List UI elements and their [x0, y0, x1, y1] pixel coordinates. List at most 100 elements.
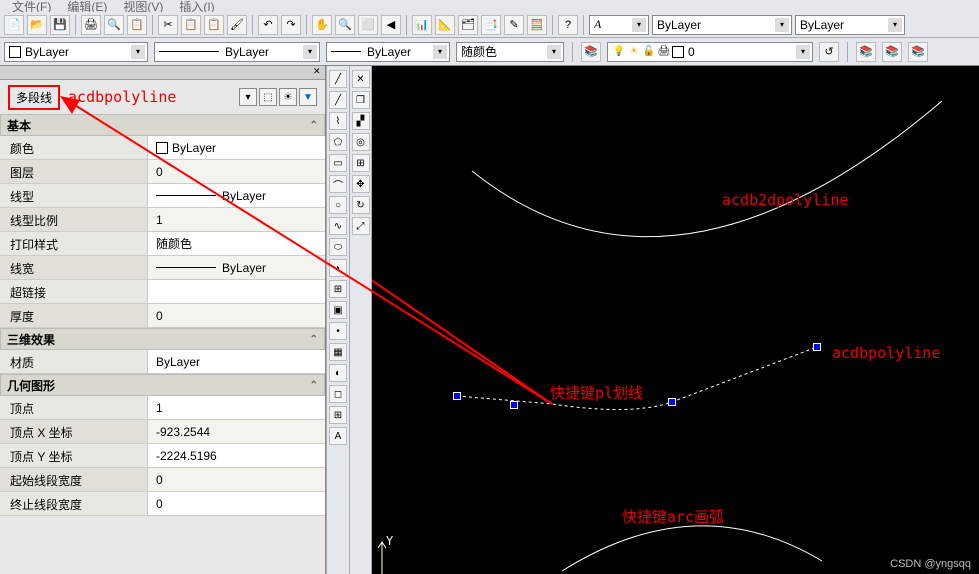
- cut-button[interactable]: ✂: [158, 15, 178, 35]
- layer-manager-button[interactable]: 📚: [581, 42, 601, 62]
- properties-button[interactable]: 📊: [412, 15, 432, 35]
- menu-item[interactable]: 视图(V): [123, 0, 163, 12]
- spline-tool[interactable]: ∿: [329, 217, 347, 235]
- prop-value[interactable]: 1: [148, 396, 325, 419]
- block-tool[interactable]: ▣: [329, 301, 347, 319]
- zoom-button[interactable]: 🔍: [335, 15, 355, 35]
- scale-tool[interactable]: ⤢: [352, 217, 370, 235]
- pline-tool[interactable]: ⌇: [329, 112, 347, 130]
- insert-tool[interactable]: ⊞: [329, 280, 347, 298]
- chevron-down-icon[interactable]: ▾: [632, 18, 646, 32]
- prop-value[interactable]: [148, 280, 325, 303]
- mtext-tool[interactable]: A: [329, 427, 347, 445]
- chevron-down-icon[interactable]: ▾: [131, 45, 145, 59]
- table-tool[interactable]: ⊞: [329, 406, 347, 424]
- hatch-tool[interactable]: ▦: [329, 343, 347, 361]
- copy-button[interactable]: 📋: [181, 15, 201, 35]
- designcenter-button[interactable]: 📐: [435, 15, 455, 35]
- color-combo[interactable]: ByLayer▾: [4, 42, 148, 62]
- prop-value[interactable]: ByLayer: [148, 136, 325, 159]
- grip-point[interactable]: [668, 398, 676, 406]
- xline-tool[interactable]: ╱: [329, 91, 347, 109]
- toolpalette-button[interactable]: 🗂: [458, 15, 478, 35]
- layer-prev-button[interactable]: ↺: [819, 42, 839, 62]
- prop-value[interactable]: 0: [148, 492, 325, 515]
- filter-button[interactable]: ▼: [299, 88, 317, 106]
- mirror-tool[interactable]: ▞: [352, 112, 370, 130]
- prop-value[interactable]: ByLayer: [148, 184, 325, 207]
- layer-iso-button[interactable]: 📚: [856, 42, 876, 62]
- prop-value[interactable]: -923.2544: [148, 420, 325, 443]
- menu-item[interactable]: 编辑(E): [67, 0, 107, 12]
- arc-tool[interactable]: ⌒: [329, 175, 347, 193]
- chevron-down-icon[interactable]: ▾: [888, 18, 902, 32]
- publish-button[interactable]: 📋: [127, 15, 147, 35]
- grip-point[interactable]: [453, 392, 461, 400]
- quickselect-button[interactable]: ⬚: [259, 88, 277, 106]
- match-button[interactable]: 🖌: [227, 15, 247, 35]
- layer-walk-button[interactable]: 📚: [908, 42, 928, 62]
- chevron-down-icon[interactable]: ▾: [547, 45, 561, 59]
- point-tool[interactable]: •: [329, 322, 347, 340]
- textstyle-combo[interactable]: A▾: [589, 15, 649, 35]
- layer-off-button[interactable]: 📚: [882, 42, 902, 62]
- prop-value[interactable]: 1: [148, 208, 325, 231]
- zoom-win-button[interactable]: ⬜: [358, 15, 378, 35]
- prop-value[interactable]: 0: [148, 160, 325, 183]
- linetype-combo[interactable]: ByLayer▾: [154, 42, 320, 62]
- help-button[interactable]: ?: [558, 15, 578, 35]
- save-button[interactable]: 💾: [50, 15, 70, 35]
- new-button[interactable]: 📄: [4, 15, 24, 35]
- zoom-prev-button[interactable]: ◀: [381, 15, 401, 35]
- chevron-down-icon[interactable]: ▾: [775, 18, 789, 32]
- menu-item[interactable]: 文件(F): [12, 0, 51, 12]
- sheetset-button[interactable]: 📑: [481, 15, 501, 35]
- layer-combo[interactable]: 💡 ☀ 🔓 🖨 0▾: [607, 42, 813, 62]
- grip-point[interactable]: [510, 401, 518, 409]
- pan-button[interactable]: ✋: [312, 15, 332, 35]
- close-icon[interactable]: ✕: [313, 66, 323, 76]
- gradient-tool[interactable]: ◐: [329, 364, 347, 382]
- drawing-canvas[interactable]: acdb2dpolyline acdbpolyline 快捷键pl划线 快捷键a…: [372, 66, 979, 574]
- lineweight-combo[interactable]: ByLayer▾: [326, 42, 450, 62]
- grip-point[interactable]: [813, 343, 821, 351]
- prop-value[interactable]: ByLayer: [148, 256, 325, 279]
- ellipse-tool[interactable]: ⬭: [329, 238, 347, 256]
- chevron-down-icon[interactable]: ▾: [239, 88, 257, 106]
- prop-value[interactable]: 0: [148, 304, 325, 327]
- chevron-down-icon[interactable]: ▾: [303, 45, 317, 59]
- paste-button[interactable]: 📋: [204, 15, 224, 35]
- preview-button[interactable]: 🔍: [104, 15, 124, 35]
- undo-button[interactable]: ↶: [258, 15, 278, 35]
- redo-button[interactable]: ↷: [281, 15, 301, 35]
- polygon-tool[interactable]: ⬠: [329, 133, 347, 151]
- plotstyle-combo[interactable]: 随颜色▾: [456, 42, 564, 62]
- erase-tool[interactable]: ✕: [352, 70, 370, 88]
- offset-tool[interactable]: ◎: [352, 133, 370, 151]
- rotate-tool[interactable]: ↻: [352, 196, 370, 214]
- open-button[interactable]: 📂: [27, 15, 47, 35]
- copy-tool[interactable]: ❐: [352, 91, 370, 109]
- markup-button[interactable]: ✎: [504, 15, 524, 35]
- prop-value[interactable]: ByLayer: [148, 350, 325, 373]
- dimstyle-combo[interactable]: ByLayer▾: [652, 15, 792, 35]
- region-tool[interactable]: ◻: [329, 385, 347, 403]
- section-3dfx[interactable]: 三维效果⌃: [0, 328, 325, 350]
- prop-value[interactable]: -2224.5196: [148, 444, 325, 467]
- section-geom[interactable]: 几何图形⌃: [0, 374, 325, 396]
- line-tool[interactable]: ╱: [329, 70, 347, 88]
- array-tool[interactable]: ⊞: [352, 154, 370, 172]
- menu-item[interactable]: 插入(I): [179, 0, 214, 12]
- calc-button[interactable]: 🧮: [527, 15, 547, 35]
- ellipsearc-tool[interactable]: ◗: [329, 259, 347, 277]
- prop-value[interactable]: 随颜色: [148, 232, 325, 255]
- circle-tool[interactable]: ○: [329, 196, 347, 214]
- tablestyle-combo[interactable]: ByLayer▾: [795, 15, 905, 35]
- print-button[interactable]: 🖨: [81, 15, 101, 35]
- chevron-down-icon[interactable]: ▾: [796, 45, 810, 59]
- chevron-down-icon[interactable]: ▾: [433, 45, 447, 59]
- section-basic[interactable]: 基本⌃: [0, 114, 325, 136]
- pickit-button[interactable]: ☀: [279, 88, 297, 106]
- rect-tool[interactable]: ▭: [329, 154, 347, 172]
- prop-value[interactable]: 0: [148, 468, 325, 491]
